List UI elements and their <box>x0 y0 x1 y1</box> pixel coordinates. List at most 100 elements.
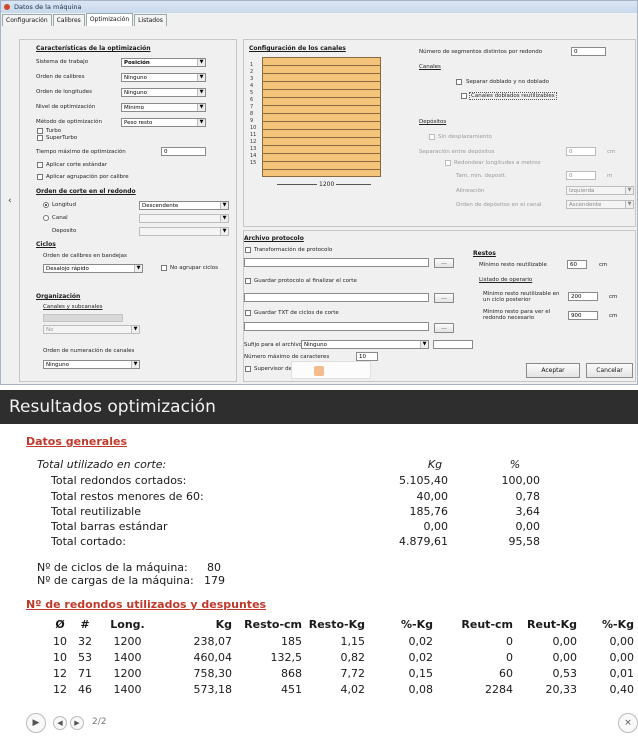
transf-checkbox[interactable] <box>245 247 251 253</box>
organizacion-select[interactable]: No ▼ <box>43 325 140 334</box>
min-ciclo-input[interactable]: 200 <box>568 292 598 301</box>
aplicar-agrupacion-checkbox[interactable] <box>37 174 43 180</box>
orden-bandejas-select[interactable]: Desalojo rápido ▼ <box>43 264 143 273</box>
table-cell: 0,08 <box>408 683 434 696</box>
results-view: Resultados optimización Datos generales … <box>0 390 638 736</box>
num-seg-input[interactable]: 0 <box>571 47 606 56</box>
deposito-label: Deposito <box>52 228 77 234</box>
reutil-checkbox[interactable] <box>461 93 467 99</box>
previous-icon[interactable]: ◀ <box>53 716 67 730</box>
orden-longitudes-select[interactable]: Ninguno ▼ <box>121 88 206 97</box>
table-cell: 1200 <box>113 635 142 648</box>
cancelar-button[interactable]: Cancelar <box>586 363 633 378</box>
transf-input[interactable] <box>244 258 429 267</box>
orden-calibres-label: Orden de calibres <box>36 74 85 80</box>
next-icon[interactable]: ▶ <box>70 716 84 730</box>
chevron-down-icon: ▼ <box>197 119 205 126</box>
cargas-label: Nº de cargas de la máquina: <box>37 574 194 587</box>
table-cell: 1200 <box>113 667 142 680</box>
canales-link[interactable]: Canales <box>419 64 441 70</box>
tab-configuracion[interactable]: Configuración <box>2 14 52 26</box>
nivel-select[interactable]: Mínimo ▼ <box>121 103 206 112</box>
browse-transf-button[interactable]: ... <box>434 258 454 268</box>
table-cell: 451 <box>281 683 302 696</box>
restos-title: Restos <box>473 250 496 257</box>
sin-desp-checkbox[interactable] <box>429 134 435 140</box>
orden-longitudes-label: Orden de longitudes <box>36 89 93 95</box>
min-ver-unit: cm <box>609 313 618 319</box>
row-number: 10 <box>250 125 257 131</box>
canal-radio[interactable] <box>43 215 49 221</box>
table-cell: 0,00 <box>552 651 578 664</box>
orden-calibres-select[interactable]: Ninguno ▼ <box>121 73 206 82</box>
metodo-select[interactable]: Peso resto ▼ <box>121 118 206 127</box>
no-agrupar-checkbox[interactable] <box>161 265 167 271</box>
table-cell: 0,02 <box>408 651 434 664</box>
table-cell: 4,02 <box>340 683 366 696</box>
longitud-radio[interactable] <box>43 202 49 208</box>
canales-subcanales-link[interactable]: Canales y subcanales <box>43 304 102 310</box>
num-max-input[interactable]: 10 <box>356 352 378 361</box>
tab-calibres[interactable]: Calibres <box>52 14 85 26</box>
browse-txt-button[interactable]: ... <box>434 323 454 333</box>
chevron-down-icon: ▼ <box>197 89 205 96</box>
tiempo-input[interactable]: 0 <box>161 147 206 156</box>
turbo-label: Turbo <box>46 128 62 134</box>
alineacion-select[interactable]: Izquierda ▼ <box>566 186 634 195</box>
browse-guardar-button[interactable]: ... <box>434 293 454 303</box>
guardar-txt-checkbox[interactable] <box>245 310 251 316</box>
separacion-input[interactable]: 0 <box>566 147 596 156</box>
close-icon[interactable]: × <box>618 713 638 733</box>
row-number: 2 <box>250 69 254 75</box>
min-reut-input[interactable]: 60 <box>567 260 587 269</box>
play-icon[interactable]: ▶ <box>26 713 46 733</box>
archivo-title: Archivo protocolo <box>244 235 304 242</box>
listado-operario-link[interactable]: Listado de operario <box>479 277 532 283</box>
table-header: Long. <box>110 618 145 631</box>
organizacion-value: No <box>46 327 54 333</box>
guardar-checkbox[interactable] <box>245 278 251 284</box>
table-cell: 0,01 <box>609 667 635 680</box>
turbo-checkbox[interactable] <box>37 128 43 134</box>
sistema-select[interactable]: Posición ▼ <box>121 58 206 67</box>
chevron-down-icon: ▼ <box>625 201 633 208</box>
deposito-select[interactable]: ▼ <box>139 227 229 236</box>
depositos-link[interactable]: Depósitos <box>419 119 446 125</box>
aceptar-button[interactable]: Aceptar <box>526 363 580 378</box>
chevron-left-icon[interactable]: ‹ <box>8 196 12 206</box>
tab-listados[interactable]: Listados <box>134 14 167 26</box>
table-cell: 1400 <box>113 651 142 664</box>
tam-input[interactable]: 0 <box>566 171 596 180</box>
table-cell: 10 <box>53 651 67 664</box>
tab-strip: Configuración Calibres Optimización List… <box>2 13 168 26</box>
longitud-select[interactable]: Descendente ▼ <box>139 201 229 210</box>
guardar-txt-label: Guardar TXT de ciclos de corte <box>254 310 339 316</box>
sufijo-extra-input[interactable] <box>433 340 473 349</box>
superturbo-checkbox[interactable] <box>37 135 43 141</box>
guardar-txt-input[interactable] <box>244 322 429 331</box>
aplicar-corte-checkbox[interactable] <box>37 162 43 168</box>
chevron-down-icon: ▼ <box>625 187 633 194</box>
table-cell: 238,07 <box>193 635 233 648</box>
summary-pct: 100,00 <box>501 474 541 487</box>
min-ver-input[interactable]: 900 <box>568 311 598 320</box>
tooltip-icon <box>314 366 324 376</box>
canal-select[interactable]: ▼ <box>139 214 229 223</box>
tab-optimizacion[interactable]: Optimización <box>85 13 134 26</box>
orden-dep-select[interactable]: Ascendente ▼ <box>566 200 634 209</box>
table-cell: 20,33 <box>545 683 578 696</box>
redondear-checkbox[interactable] <box>445 160 451 166</box>
orden-num-value: Ninguno <box>46 362 69 368</box>
orden-dep-label: Orden de depósitos en el canal <box>456 202 542 208</box>
results-title: Resultados optimización <box>0 390 638 424</box>
orden-num-select[interactable]: Ninguno ▼ <box>43 360 140 369</box>
guardar-input[interactable] <box>244 293 429 302</box>
nivel-value: Mínimo <box>124 105 145 111</box>
table-cell: 0,02 <box>408 635 434 648</box>
transf-label: Transformación de protocolo <box>254 247 333 253</box>
channel-numbers: 1 2 3 4 5 6 7 8 9 10 11 12 13 14 15 <box>250 62 256 167</box>
sufijo-select[interactable]: Ninguno ▼ <box>301 340 429 349</box>
separar-checkbox[interactable] <box>456 79 462 85</box>
sistema-value: Posición <box>124 60 150 66</box>
supervisor-checkbox[interactable] <box>245 366 251 372</box>
